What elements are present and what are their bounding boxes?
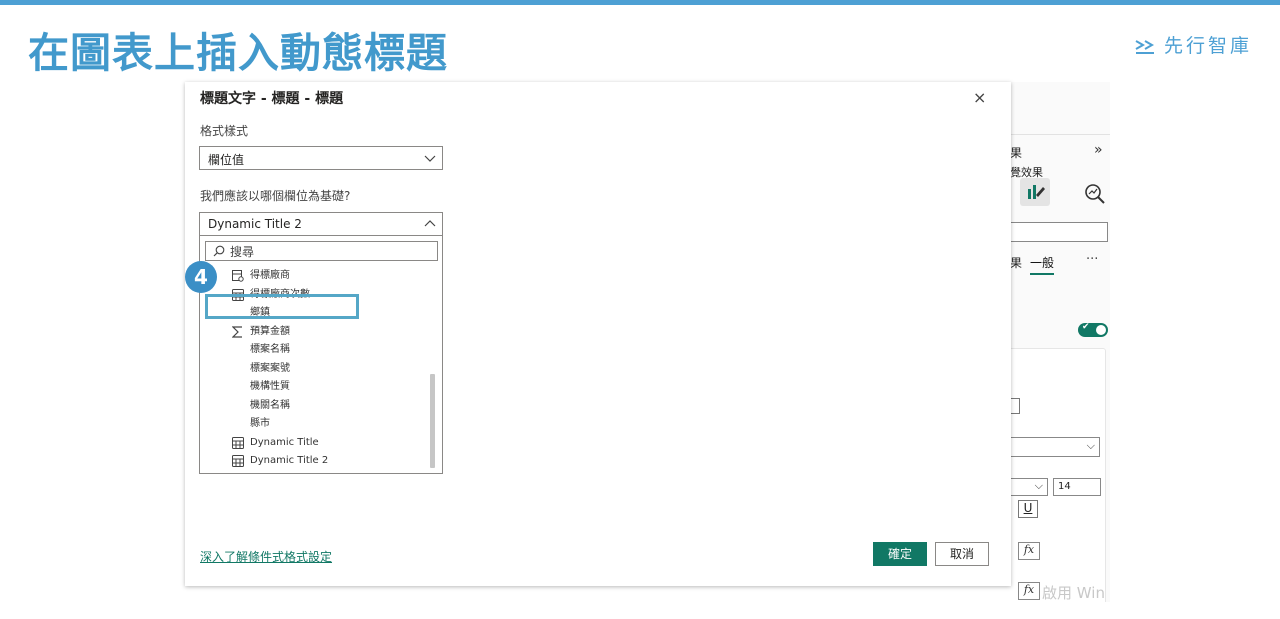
brand-logo: 先行智庫 — [1134, 34, 1252, 58]
activation-watermark: 啟用 Win — [1042, 584, 1105, 602]
slide-title: 在圖表上插入動態標題 — [28, 29, 448, 77]
field-label: 縣市 — [250, 418, 270, 429]
font-family-dropdown[interactable]: ⌵ — [1010, 478, 1048, 496]
field-select-value: Dynamic Title 2 — [208, 217, 302, 231]
field-label: 得標廠商 — [250, 270, 290, 281]
field-select[interactable]: Dynamic Title 2 — [199, 212, 443, 236]
field-label: 標案案號 — [250, 362, 290, 374]
calculator-icon — [232, 436, 244, 449]
format-style-value: 欄位值 — [208, 153, 245, 167]
search-icon — [213, 245, 225, 257]
search-box[interactable] — [1010, 222, 1108, 242]
top-accent-bar — [0, 0, 1280, 5]
ok-button[interactable]: 確定 — [873, 542, 927, 566]
step-badge: 4 — [185, 261, 217, 293]
chevron-down-icon — [424, 155, 436, 162]
more-options-icon[interactable]: ··· — [1086, 252, 1098, 267]
conditional-format-button[interactable] — [1010, 398, 1020, 414]
brand-mark-icon — [1135, 40, 1155, 54]
divider — [1010, 134, 1110, 135]
conditional-format-dialog: 標題文字 - 標題 - 標題 × 格式樣式 欄位值 我們應該以哪個欄位為基礎? … — [185, 82, 1011, 586]
title-toggle[interactable]: ✔ — [1078, 322, 1108, 337]
list-item[interactable]: Dynamic Title — [232, 434, 319, 452]
format-visual-button[interactable] — [1020, 178, 1050, 206]
list-item[interactable]: 得標廠商 — [232, 267, 290, 285]
close-icon[interactable]: × — [973, 88, 986, 107]
search-placeholder: 搜尋 — [230, 245, 255, 259]
field-question-label: 我們應該以哪個欄位為基礎? — [200, 189, 351, 203]
field-label: 預算金額 — [250, 325, 290, 337]
list-item[interactable]: 標案名稱 — [232, 341, 290, 359]
pane-heading: 果 — [1010, 146, 1023, 160]
field-label: 機關名稱 — [250, 399, 290, 411]
tab-general[interactable]: 一般 — [1030, 254, 1055, 275]
list-item[interactable]: 標案案號 — [232, 360, 290, 378]
settings-card — [1010, 348, 1106, 602]
table-key-icon — [232, 270, 244, 282]
chevron-down-icon: ⌵ — [1086, 439, 1095, 452]
format-style-label: 格式樣式 — [200, 124, 249, 138]
field-label: 機構性質 — [250, 381, 290, 392]
tab-visual[interactable]: 果 — [1010, 254, 1022, 271]
selection-highlight-box — [205, 294, 359, 319]
dialog-title: 標題文字 - 標題 - 標題 — [200, 91, 344, 107]
list-item[interactable]: 縣市 — [232, 415, 270, 433]
field-label: Dynamic Title — [250, 436, 319, 448]
list-item[interactable]: 預算金額 — [232, 323, 290, 341]
analytics-button[interactable] — [1080, 180, 1106, 206]
learn-more-link[interactable]: 深入了解條件式格式設定 — [200, 548, 332, 565]
list-item-selected[interactable]: Dynamic Title 2 — [232, 452, 328, 470]
chevron-up-icon — [424, 220, 436, 227]
magnifier-chart-icon — [1085, 184, 1105, 204]
field-dropdown-list: 搜尋 得標廠商 得標廠商次數 鄉鎮 預算金額 標案名稱 標案案號 機構性質 機關… — [199, 236, 443, 474]
paint-brush-chart-icon — [1028, 185, 1045, 199]
field-label: 標案名稱 — [250, 344, 290, 355]
check-icon: ✔ — [1082, 322, 1090, 332]
fx-button-2[interactable]: fx — [1018, 582, 1040, 600]
list-item[interactable]: 機構性質 — [232, 378, 290, 396]
chevron-down-icon: ⌵ — [1034, 479, 1043, 492]
font-size-input[interactable]: 14 — [1053, 478, 1101, 496]
sigma-icon — [232, 325, 242, 338]
underline-button[interactable]: U — [1018, 500, 1038, 518]
cancel-button[interactable]: 取消 — [935, 542, 989, 566]
background-format-pane: 果 » 覺效果 果 一般 ··· ✔ ⌵ ⌵ 14 U fx fx 啟用 Win — [1010, 82, 1110, 602]
search-input[interactable]: 搜尋 — [205, 241, 438, 261]
brand-name: 先行智庫 — [1164, 35, 1253, 57]
field-label: Dynamic Title 2 — [250, 455, 329, 466]
expand-pane-icon[interactable]: » — [1094, 142, 1103, 158]
fx-button[interactable]: fx — [1018, 542, 1040, 560]
format-style-select[interactable]: 欄位值 — [199, 146, 443, 170]
calculator-icon — [232, 455, 244, 467]
scrollbar[interactable] — [430, 374, 435, 468]
list-item[interactable]: 機關名稱 — [232, 397, 290, 415]
font-dropdown[interactable]: ⌵ — [1010, 437, 1100, 457]
